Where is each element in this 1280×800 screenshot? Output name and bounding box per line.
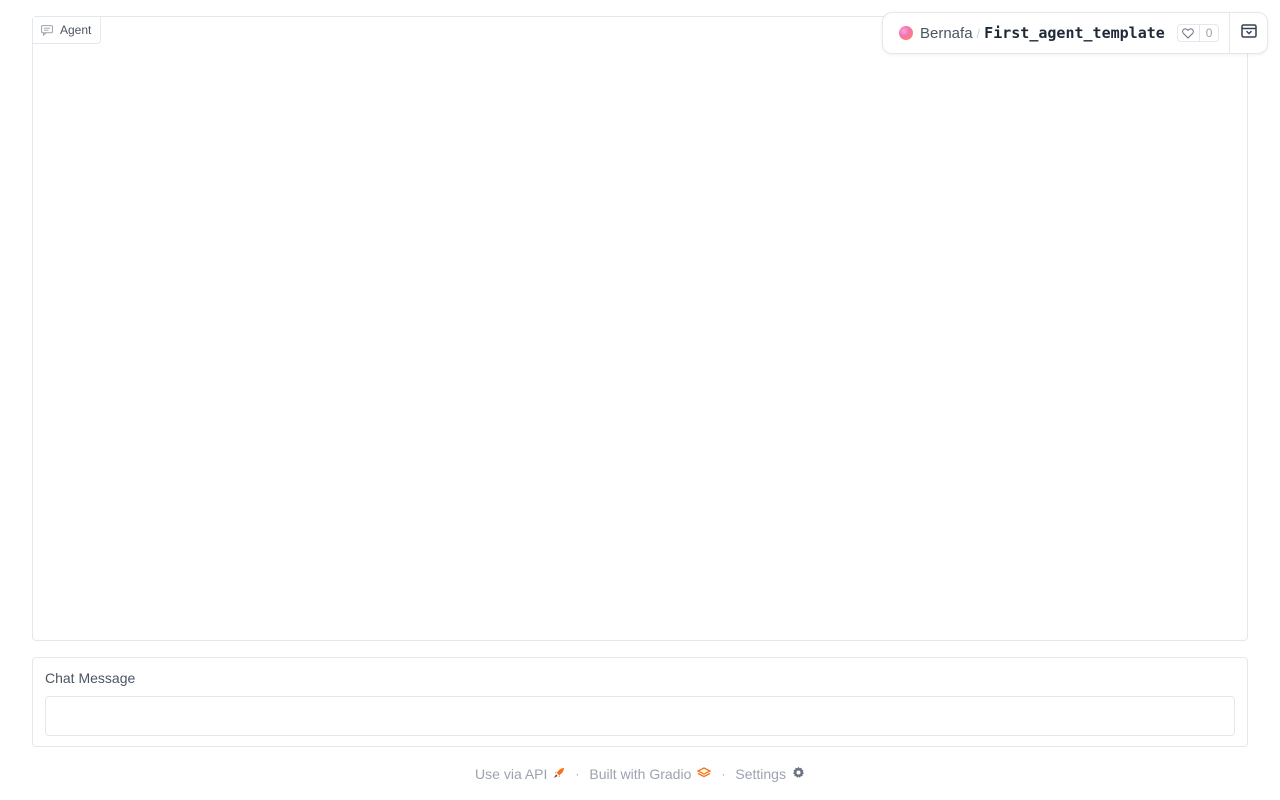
use-via-api-label: Use via API — [475, 766, 548, 782]
chatbot-panel: Agent — [32, 16, 1248, 641]
like-button[interactable]: 0 — [1176, 24, 1220, 42]
collapse-button[interactable] — [1229, 13, 1267, 53]
path-separator: / — [976, 25, 981, 41]
like-count: 0 — [1205, 26, 1213, 40]
space-info: Bernafa / First_agent_template 0 — [883, 13, 1229, 53]
heart-icon — [1178, 25, 1200, 41]
rocket-icon — [553, 766, 565, 782]
use-via-api-link[interactable]: Use via API — [475, 766, 565, 782]
built-with-gradio-label: Built with Gradio — [589, 766, 692, 782]
chat-message-label: Chat Message — [45, 670, 136, 686]
chat-message-block: Chat Message — [32, 657, 1248, 747]
space-name-link[interactable]: First_agent_template — [984, 24, 1165, 42]
chat-icon — [41, 24, 53, 36]
footer-separator: · — [721, 767, 726, 781]
space-header: Bernafa / First_agent_template 0 — [882, 12, 1268, 54]
owner-avatar[interactable] — [899, 26, 913, 40]
owner-link[interactable]: Bernafa — [920, 25, 973, 42]
chatbot-label: Agent — [33, 17, 102, 44]
footer-separator: · — [575, 767, 580, 781]
gradio-logo-icon — [696, 766, 712, 782]
chatbot-label-text: Agent — [60, 23, 92, 37]
settings-link[interactable]: Settings — [735, 766, 805, 782]
chat-message-input[interactable] — [45, 696, 1235, 736]
footer: Use via API · Built with Gradio · Settin… — [0, 762, 1280, 786]
settings-label: Settings — [735, 766, 786, 782]
collapse-icon — [1240, 23, 1257, 43]
built-with-gradio-link[interactable]: Built with Gradio — [589, 766, 712, 782]
gear-icon — [792, 766, 805, 782]
